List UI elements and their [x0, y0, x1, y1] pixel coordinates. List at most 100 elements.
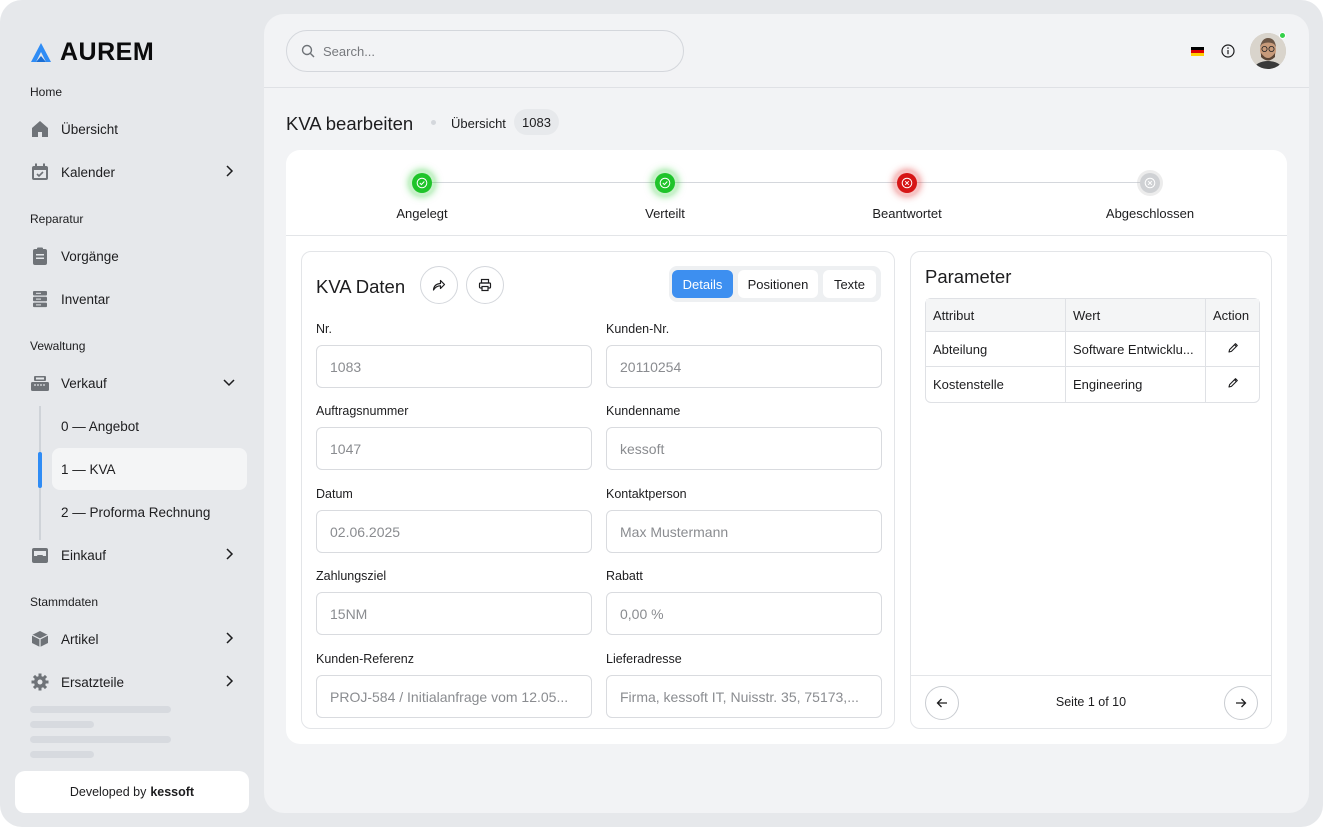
field-label-rabatt: Rabatt	[606, 569, 643, 583]
rabatt-field[interactable]: 0,00 %	[606, 592, 882, 635]
check-icon	[416, 177, 428, 189]
parameter-table: Attribut Wert Action Abteilung Software …	[925, 298, 1260, 403]
breadcrumb-link[interactable]: Übersicht	[451, 116, 506, 131]
next-page-button[interactable]	[1224, 686, 1258, 720]
search-input[interactable]	[323, 43, 653, 59]
printer-icon	[478, 278, 492, 292]
sidebar-item-inventar[interactable]: Inventar	[30, 280, 248, 318]
field-label-auftragsnummer: Auftragsnummer	[316, 404, 409, 418]
sidebar-item-verkauf[interactable]: Verkauf	[30, 364, 248, 402]
edit-button[interactable]	[1205, 367, 1259, 402]
top-bar	[264, 14, 1309, 88]
step-label: Verteilt	[645, 206, 685, 221]
zahlungsziel-field[interactable]: 15NM	[316, 592, 592, 635]
sidebar-item-kva[interactable]: 1 — KVA	[52, 448, 247, 490]
section-verwaltung: Vewaltung	[30, 339, 86, 353]
sidebar-item-label: Verkauf	[61, 375, 107, 391]
share-icon	[432, 279, 446, 291]
chevron-down-icon	[223, 379, 235, 387]
sidebar-item-angebot[interactable]: 0 — Angebot	[52, 405, 247, 447]
nr-field[interactable]: 1083	[316, 345, 592, 388]
home-icon	[30, 119, 50, 139]
record-id-badge: 1083	[514, 109, 559, 135]
brand-name: AUREM	[60, 38, 155, 66]
print-button[interactable]	[466, 266, 504, 304]
column-header-action: Action	[1205, 299, 1259, 332]
share-button[interactable]	[420, 266, 458, 304]
skeleton-line	[30, 751, 94, 758]
sidebar-item-ersatzteile[interactable]: Ersatzteile	[30, 663, 248, 701]
submenu-active-indicator	[38, 452, 42, 488]
sidebar-item-label: Vorgänge	[61, 248, 119, 264]
calendar-icon	[30, 162, 50, 182]
kunden-referenz-field[interactable]: PROJ-584 / Initialanfrage vom 12.05...	[316, 675, 592, 718]
tab-texte[interactable]: Texte	[823, 270, 876, 298]
stepper-line	[422, 182, 1151, 183]
skeleton-line	[30, 706, 171, 713]
x-circle-icon	[901, 177, 913, 189]
kunden-nr-field[interactable]: 20110254	[606, 345, 882, 388]
info-icon[interactable]	[1221, 44, 1235, 58]
step-angelegt	[409, 170, 435, 196]
step-verteilt	[652, 170, 678, 196]
field-label-kunden-nr: Kunden-Nr.	[606, 322, 670, 336]
sidebar-item-artikel[interactable]: Artikel	[30, 620, 248, 658]
sidebar-item-label: Artikel	[61, 631, 99, 647]
panel-title: Parameter	[925, 266, 1012, 287]
kundenname-field[interactable]: kessoft	[606, 427, 882, 470]
online-status-dot	[1279, 32, 1286, 39]
step-label: Angelegt	[396, 206, 448, 221]
sidebar-item-einkauf[interactable]: Einkauf	[30, 536, 248, 574]
field-label-zahlungsziel: Zahlungsziel	[316, 569, 387, 583]
developed-by-footer[interactable]: Developed by kessoft	[15, 771, 249, 813]
sidebar-item-kalender[interactable]: Kalender	[30, 153, 248, 191]
field-label-kundenname: Kundenname	[606, 404, 681, 418]
tab-positionen[interactable]: Positionen	[738, 270, 818, 298]
logo[interactable]: AUREM	[30, 38, 154, 67]
column-header-wert[interactable]: Wert	[1065, 299, 1205, 332]
pencil-icon	[1227, 342, 1238, 353]
sidebar-item-vorgaenge[interactable]: Vorgänge	[30, 237, 248, 275]
chevron-right-icon	[226, 548, 234, 560]
app-frame: AUREM Home Übersicht Kalender Reparatur …	[0, 0, 1323, 827]
field-label-nr: Nr.	[316, 322, 332, 336]
search-box[interactable]	[286, 30, 684, 72]
cell-attribut: Kostenstelle	[933, 377, 1004, 392]
step-label: Abgeschlossen	[1105, 206, 1195, 221]
cell-wert: Engineering	[1065, 367, 1205, 402]
status-stepper: Angelegt Verteilt Beantwortet Abgeschlos…	[286, 150, 1287, 236]
step-beantwortet	[894, 170, 920, 196]
datum-field[interactable]: 02.06.2025	[316, 510, 592, 553]
tab-details[interactable]: Details	[672, 270, 733, 298]
pagination-info: Seite 1 of 10	[1055, 695, 1127, 709]
sidebar-item-proforma[interactable]: 2 — Proforma Rechnung	[52, 491, 247, 533]
sidebar-item-label: Kalender	[61, 164, 116, 180]
sidebar-item-label: Ersatzteile	[61, 674, 125, 690]
lieferadresse-field[interactable]: Firma, kessoft IT, Nuisstr. 35, 75173,..…	[606, 675, 882, 718]
table-row: Kostenstelle Engineering	[926, 367, 1259, 402]
page-title: KVA bearbeiten	[286, 113, 414, 134]
parameter-panel: Parameter Attribut Wert Action Abteilung…	[910, 251, 1272, 729]
gear-icon	[30, 672, 50, 692]
developed-by-label: Developed by	[69, 785, 147, 799]
sidebar-item-label: Einkauf	[61, 547, 107, 563]
kontaktperson-field[interactable]: Max Mustermann	[606, 510, 882, 553]
logo-icon	[31, 42, 51, 62]
main-content: KVA bearbeiten Übersicht 1083 Angelegt V…	[264, 14, 1309, 813]
column-header-attribut[interactable]: Attribut	[926, 299, 1065, 332]
x-circle-icon	[1144, 177, 1156, 189]
german-flag-icon[interactable]	[1191, 47, 1204, 56]
step-label: Beantwortet	[872, 206, 942, 221]
edit-button[interactable]	[1205, 332, 1259, 367]
cell-wert: Software Entwicklu...	[1065, 332, 1205, 367]
field-label-kontaktperson: Kontaktperson	[606, 487, 687, 501]
arrow-right-icon	[1236, 698, 1247, 708]
table-row: Abteilung Software Entwicklu...	[926, 332, 1259, 367]
cash-register-icon	[30, 373, 50, 393]
sidebar: AUREM Home Übersicht Kalender Reparatur …	[0, 0, 264, 827]
chevron-right-icon	[226, 675, 234, 687]
auftragsnummer-field[interactable]: 1047	[316, 427, 592, 470]
section-home: Home	[30, 85, 63, 99]
sidebar-item-uebersicht[interactable]: Übersicht	[30, 110, 248, 148]
kva-data-panel: KVA Daten Details Positionen Texte Nr. 1…	[301, 251, 895, 729]
